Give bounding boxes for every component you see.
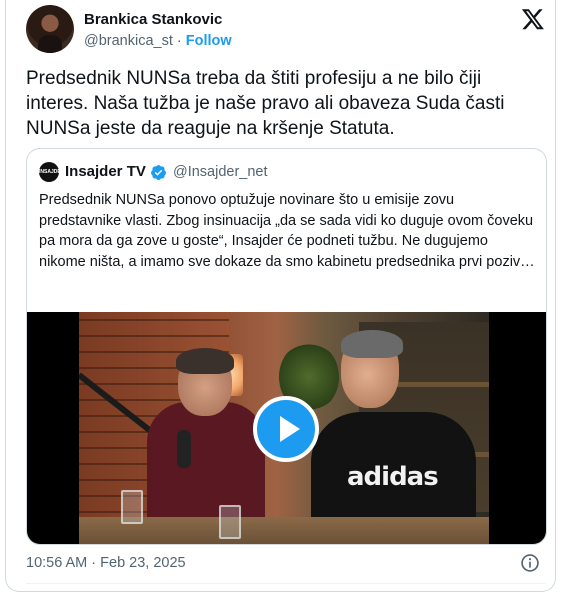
handle-separator: · xyxy=(176,33,182,49)
microphone xyxy=(177,430,191,468)
water-glass xyxy=(121,490,143,524)
video-player[interactable]: adidas xyxy=(27,312,546,544)
author-name[interactable]: Brankica Stankovic xyxy=(84,11,222,28)
bottom-divider xyxy=(26,583,546,584)
guest-left-hair xyxy=(176,348,234,374)
quoted-author-handle: @Insajder_net xyxy=(173,164,268,180)
tweet-text: Predsednik NUNSa treba da štiti profesij… xyxy=(26,68,505,139)
x-logo-icon[interactable] xyxy=(520,7,546,31)
author-handle[interactable]: @brankica_st xyxy=(84,33,173,49)
tweet-header: Brankica Stankovic @brankica_st · Follow xyxy=(26,5,546,55)
guest-right-hair xyxy=(341,330,403,358)
follow-button[interactable]: Follow xyxy=(186,33,232,49)
info-icon[interactable] xyxy=(520,553,540,573)
quoted-author-avatar: INSAJDER xyxy=(39,162,64,182)
author-avatar[interactable] xyxy=(26,5,74,53)
verified-badge-icon xyxy=(151,165,166,180)
tweet-timestamp[interactable]: 10:56 AM · Feb 23, 2025 xyxy=(26,555,186,571)
play-icon[interactable] xyxy=(253,396,319,462)
water-glass xyxy=(219,505,241,539)
quoted-author-name: Insajder TV xyxy=(65,163,146,180)
quoted-tweet-text: Predsednik NUNSa ponovo optužuje novinar… xyxy=(39,192,535,270)
shirt-print: adidas xyxy=(347,462,439,492)
quoted-tweet[interactable]: INSAJDER Insajder TV @Insajder_net Preds… xyxy=(26,148,547,545)
tweet-card: Brankica Stankovic @brankica_st · Follow… xyxy=(5,0,556,592)
author-handle-line: @brankica_st · Follow xyxy=(84,33,232,49)
